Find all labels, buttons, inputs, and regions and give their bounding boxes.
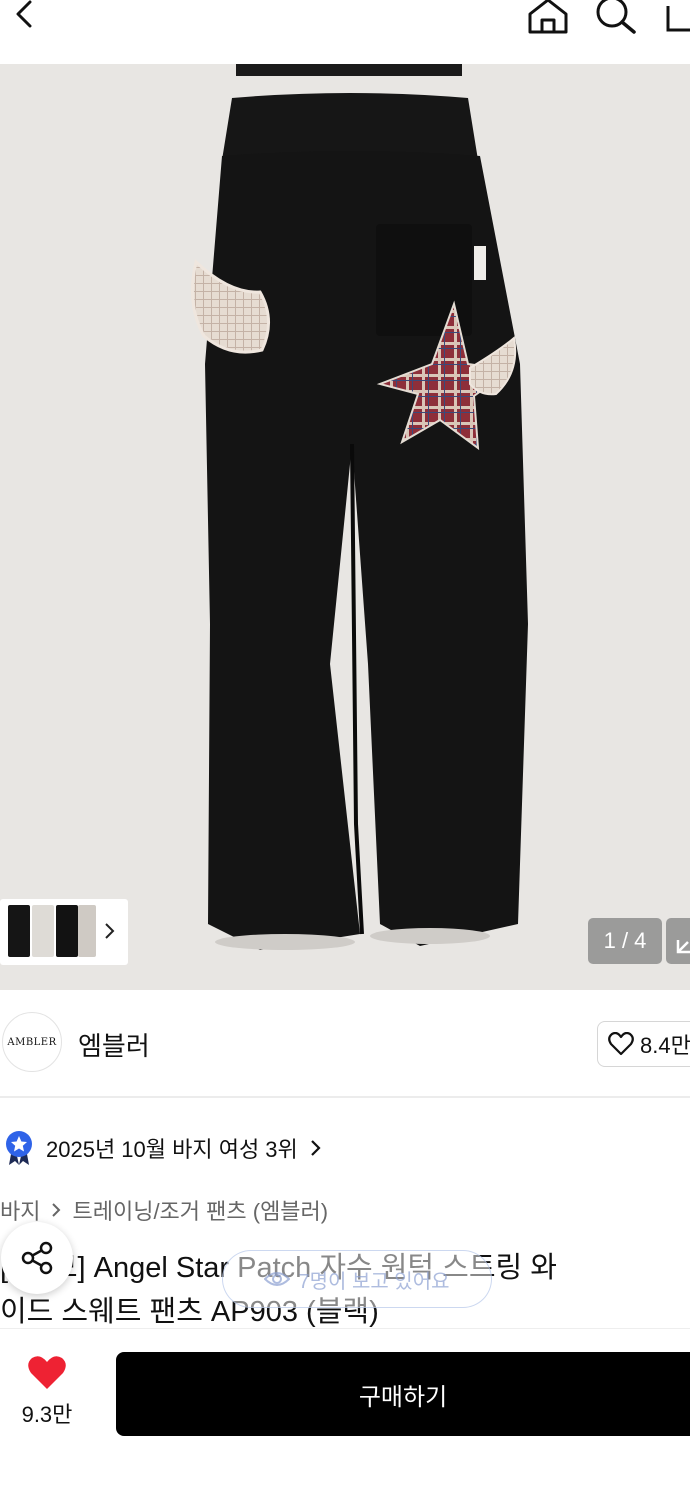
viewers-toast: 7명이 보고 있어요 — [222, 1250, 492, 1308]
brand-logo[interactable]: AMBLER — [2, 1012, 62, 1072]
brand-row[interactable]: AMBLER 엠블러 8.4만 — [0, 990, 690, 1098]
chevron-right-icon — [311, 1140, 321, 1156]
search-icon[interactable] — [594, 0, 638, 34]
chevron-right-icon — [52, 1203, 61, 1217]
bottom-action-bar: 9.3만 구매하기 — [0, 1328, 690, 1500]
thumbnail-1[interactable] — [8, 905, 30, 957]
ranking-badge[interactable]: 2025년 10월 바지 여성 3위 — [4, 1130, 322, 1166]
ranking-medal-icon — [6, 1131, 32, 1165]
ranking-text: 2025년 10월 바지 여성 3위 — [46, 1137, 298, 1162]
cart-icon[interactable] — [662, 0, 690, 34]
viewers-text: 7명이 보고 있어요 — [298, 1270, 450, 1293]
heart-outline-icon — [608, 1032, 634, 1056]
wishlist-count: 9.3만 — [21, 1402, 73, 1427]
breadcrumb: 바지 트레이닝/조거 팬츠 (엠블러) — [0, 1194, 328, 1226]
product-image-carousel[interactable]: 1 / 4 — [0, 64, 690, 990]
brand-name[interactable]: 엠블러 — [78, 1026, 150, 1063]
brand-like-button[interactable]: 8.4만 — [597, 1021, 690, 1067]
share-button[interactable] — [1, 1222, 73, 1294]
buy-button[interactable]: 구매하기 — [116, 1352, 690, 1436]
chevron-right-icon[interactable] — [103, 922, 117, 940]
back-arrow-icon[interactable] — [8, 0, 42, 34]
brand-like-count: 8.4만 — [640, 1033, 690, 1058]
expand-icon[interactable] — [666, 918, 690, 964]
thumbnail-3[interactable] — [56, 905, 78, 957]
top-nav-bar — [0, 0, 690, 64]
eye-icon — [264, 1272, 291, 1286]
thumbnail-strip[interactable] — [0, 899, 128, 965]
thumbnail-2[interactable] — [32, 905, 54, 957]
thumbnail-4[interactable] — [78, 905, 96, 957]
share-icon — [21, 1241, 53, 1275]
heart-filled-icon — [28, 1356, 66, 1389]
home-icon[interactable] — [526, 0, 570, 34]
wishlist-button[interactable]: 9.3만 — [12, 1355, 82, 1435]
breadcrumb-item-subcategory[interactable]: 트레이닝/조거 팬츠 (엠블러) — [72, 1194, 328, 1226]
product-photo-pants — [0, 64, 690, 990]
image-counter: 1 / 4 — [588, 918, 662, 964]
